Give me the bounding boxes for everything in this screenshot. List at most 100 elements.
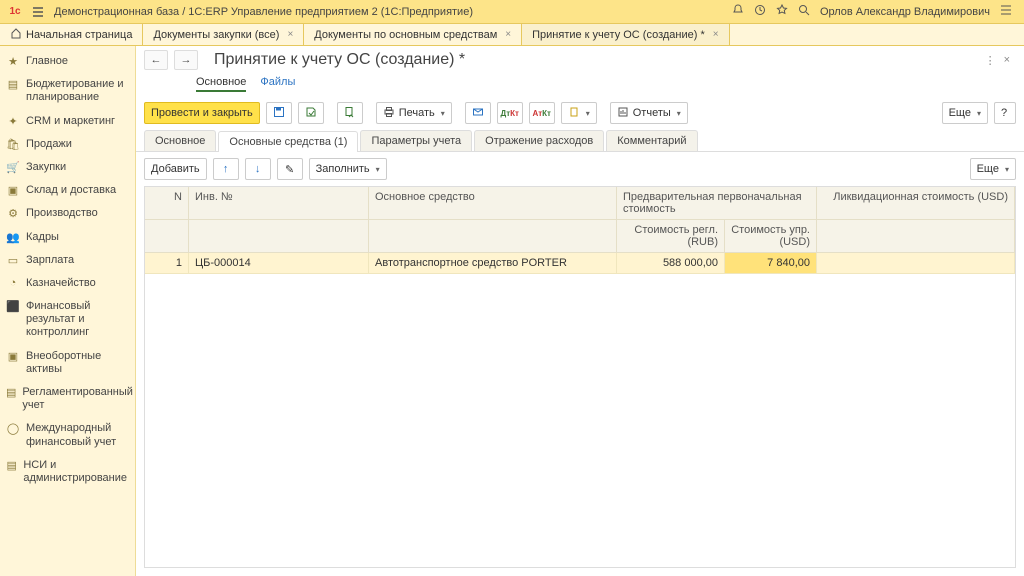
col-n[interactable]: N <box>145 187 189 219</box>
wallet-icon: ▭ <box>6 254 20 267</box>
sidebar-item-warehouse[interactable]: ▣Склад и доставка <box>0 179 135 202</box>
help-button[interactable]: ? <box>994 102 1016 124</box>
box-icon: ▣ <box>6 184 20 197</box>
link-main[interactable]: Основное <box>196 76 246 92</box>
save-icon <box>273 106 285 121</box>
sidebar-item-budgeting[interactable]: ▤Бюджетирование и планирование <box>0 73 135 109</box>
sidebar-item-sales[interactable]: 🛍Продажи <box>0 133 135 156</box>
tab-label: Принятие к учету ОС (создание) * <box>532 29 705 41</box>
forward-button[interactable]: → <box>174 50 198 70</box>
gear-icon: ⚙ <box>6 207 20 220</box>
close-form-icon[interactable]: × <box>1004 54 1010 66</box>
close-icon[interactable]: × <box>287 29 293 40</box>
subtab-main[interactable]: Основное <box>144 130 216 151</box>
dtkt-icon: ДтКт <box>501 109 519 118</box>
dtkt-button[interactable]: ДтКт <box>497 102 523 124</box>
close-icon[interactable]: × <box>713 29 719 40</box>
sidebar-item-hr[interactable]: 👥Кадры <box>0 226 135 249</box>
sidebar-item-finresult[interactable]: ⬛Финансовый результат и контроллинг <box>0 295 135 345</box>
document-title: Принятие к учету ОС (создание) * <box>214 51 465 69</box>
chevron-down-icon <box>975 107 981 119</box>
envelope-icon <box>472 106 484 121</box>
tab-start-page[interactable]: Начальная страница <box>0 24 143 45</box>
col-liq[interactable]: Ликвидационная стоимость (USD) <box>817 187 1015 219</box>
dtkt-icon: АтКт <box>533 109 551 118</box>
col-regl[interactable]: Стоимость регл. (RUB) <box>617 220 725 252</box>
cell-regl[interactable]: 588 000,00 <box>617 253 725 273</box>
add-row-button[interactable]: Добавить <box>144 158 207 180</box>
subtab-expenses[interactable]: Отражение расходов <box>474 130 604 151</box>
table-row[interactable]: 1 ЦБ-000014 Автотранспортное средство PO… <box>145 253 1015 274</box>
wrench-icon: ▤ <box>6 459 17 472</box>
people-icon: 👥 <box>6 231 20 244</box>
link-files[interactable]: Файлы <box>260 76 295 92</box>
tab-os-docs[interactable]: Документы по основным средствам × <box>304 24 522 45</box>
bag-icon: 🛍 <box>6 138 20 151</box>
save-button[interactable] <box>266 102 292 124</box>
search-icon[interactable] <box>798 4 810 19</box>
tab-accept-os[interactable]: Принятие к учету ОС (создание) * × <box>522 24 729 45</box>
star-icon[interactable] <box>776 4 788 19</box>
bell-icon[interactable] <box>732 4 744 19</box>
subtab-comment[interactable]: Комментарий <box>606 130 697 151</box>
col-inv[interactable]: Инв. № <box>189 187 369 219</box>
chevron-down-icon <box>584 107 590 119</box>
col-precost[interactable]: Предварительная первоначальная стоимость <box>617 187 817 219</box>
main-area: ← → Принятие к учету ОС (создание) * ⋮ ×… <box>136 46 1024 576</box>
cell-n[interactable]: 1 <box>145 253 189 273</box>
post-icon <box>305 106 317 121</box>
cell-upr[interactable]: 7 840,00 <box>725 253 817 273</box>
app-title: Демонстрационная база / 1С:ERP Управлени… <box>54 6 473 18</box>
print-button[interactable]: Печать <box>376 102 452 124</box>
post-button[interactable] <box>298 102 324 124</box>
edo-button[interactable] <box>465 102 491 124</box>
move-up-button[interactable]: ↑ <box>213 158 239 180</box>
app-logo-icon: 1c <box>6 5 24 19</box>
col-os[interactable]: Основное средство <box>369 187 617 219</box>
attach-icon <box>568 106 580 121</box>
wand-icon: ✎ <box>285 163 294 176</box>
files-button[interactable] <box>561 102 597 124</box>
report-icon <box>617 106 629 121</box>
panel-toggle-icon[interactable] <box>1000 4 1012 19</box>
dtkt-alt-button[interactable]: АтКт <box>529 102 555 124</box>
sidebar-item-noncurrent[interactable]: ▣Внеоборотные активы <box>0 345 135 381</box>
cell-inv[interactable]: ЦБ-000014 <box>189 253 369 273</box>
col-upr[interactable]: Стоимость упр. (USD) <box>725 220 817 252</box>
close-icon[interactable]: × <box>505 29 511 40</box>
cell-os[interactable]: Автотранспортное средство PORTER <box>369 253 617 273</box>
home-icon <box>10 27 22 42</box>
post-and-close-button[interactable]: Провести и закрыть <box>144 102 260 124</box>
sidebar-item-main[interactable]: ★Главное <box>0 50 135 73</box>
doc-arrow-icon <box>344 106 356 121</box>
sidebar-item-regaccounting[interactable]: ▤Регламентированный учет <box>0 381 135 417</box>
pick-button[interactable]: ✎ <box>277 158 303 180</box>
more-button[interactable]: Еще <box>942 102 988 124</box>
subtab-os[interactable]: Основные средства (1) <box>218 131 358 152</box>
back-button[interactable]: ← <box>144 50 168 70</box>
move-down-button[interactable]: ↓ <box>245 158 271 180</box>
reports-button[interactable]: Отчеты <box>610 102 688 124</box>
truck-icon: ▣ <box>6 350 20 363</box>
assets-grid[interactable]: N Инв. № Основное средство Предварительн… <box>144 186 1016 568</box>
chevron-down-icon <box>675 107 681 119</box>
cart-icon: 🛒 <box>6 161 20 174</box>
history-icon[interactable] <box>754 4 766 19</box>
user-name-label[interactable]: Орлов Александр Владимирович <box>820 6 990 18</box>
sidebar-item-production[interactable]: ⚙Производство <box>0 202 135 225</box>
sidebar-item-nsi[interactable]: ▤НСИ и администрирование <box>0 454 135 490</box>
cell-liq[interactable] <box>817 253 1015 273</box>
fill-button[interactable]: Заполнить <box>309 158 387 180</box>
subtab-params[interactable]: Параметры учета <box>360 130 472 151</box>
sidebar-item-salary[interactable]: ▭Зарплата <box>0 249 135 272</box>
tab-purchase-docs[interactable]: Документы закупки (все) × <box>143 24 304 45</box>
sidebar-item-purchases[interactable]: 🛒Закупки <box>0 156 135 179</box>
sidebar-item-treasury[interactable]: ◔Казначейство <box>0 272 135 295</box>
printer-icon <box>383 106 395 121</box>
kebab-menu-icon[interactable]: ⋮ <box>985 54 996 67</box>
grid-more-button[interactable]: Еще <box>970 158 1016 180</box>
sidebar-item-ifrs[interactable]: ◯Международный финансовый учет <box>0 417 135 453</box>
sidebar-item-crm[interactable]: ✦CRM и маркетинг <box>0 110 135 133</box>
menu-icon[interactable] <box>32 6 44 18</box>
basedon-button[interactable] <box>337 102 363 124</box>
